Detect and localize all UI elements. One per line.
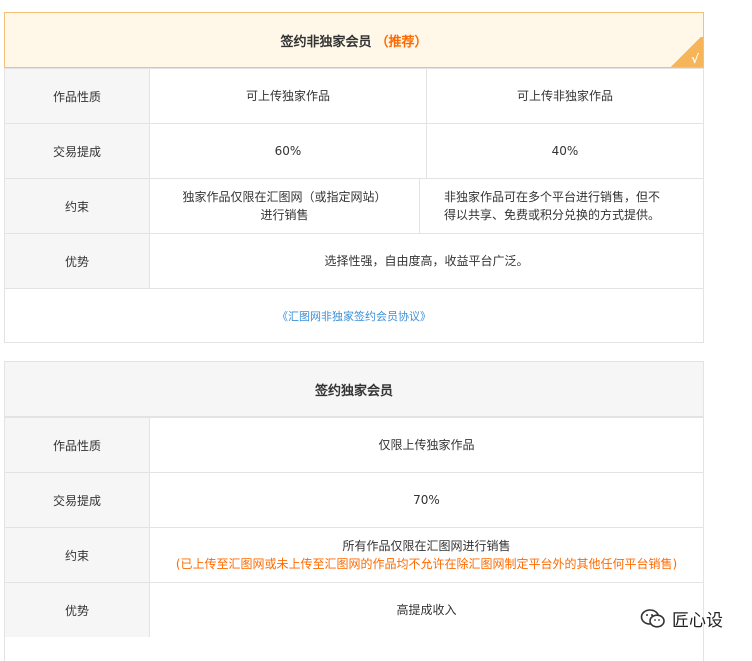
table-row: 约束 所有作品仅限在汇图网进行销售 (已上传至汇图网或未上传至汇图网的作品均不允…: [5, 527, 703, 582]
cell-line: 所有作品仅限在汇图网进行销售: [342, 539, 511, 553]
table-cell: 非独家作品可在多个平台进行销售，但不 得以共享、免费或积分兑换的方式提供。: [419, 179, 703, 233]
watermark: 匠心设: [640, 606, 723, 631]
row-label: 优势: [5, 583, 150, 637]
table-cell: 所有作品仅限在汇图网进行销售 (已上传至汇图网或未上传至汇图网的作品均不允许在除…: [150, 528, 703, 582]
table-row: 作品性质 可上传独家作品 可上传非独家作品: [5, 68, 703, 123]
table-row: 交易提成 70%: [5, 472, 703, 527]
watermark-text: 匠心设: [672, 611, 723, 631]
agreement-link[interactable]: 《汇图网非独家签约会员协议》: [277, 308, 431, 324]
table-cell: 选择性强，自由度高，收益平台广泛。: [324, 254, 529, 268]
table-row: 交易提成 60% 40%: [5, 123, 703, 178]
row-label: 交易提成: [5, 473, 150, 527]
table-cell: 40%: [426, 124, 703, 178]
card-title: 签约独家会员: [314, 383, 393, 399]
table-cell: 独家作品仅限在汇图网（或指定网站） 进行销售: [150, 179, 419, 233]
row-label: 约束: [5, 179, 150, 233]
table-row: 约束 独家作品仅限在汇图网（或指定网站） 进行销售 非独家作品可在多个平台进行销…: [5, 178, 703, 233]
card-header-exclusive[interactable]: 签约独家会员: [5, 362, 703, 417]
card-title: 签约非独家会员: [280, 34, 372, 50]
cell-line: 得以共享、免费或积分兑换的方式提供。: [444, 208, 661, 222]
table-cell: 可上传非独家作品: [426, 69, 703, 123]
table-cell: 仅限上传独家作品: [378, 438, 475, 452]
table-cell: 70%: [413, 493, 440, 507]
recommended-badge: （推荐）: [375, 34, 428, 50]
exclusive-member-card: 签约独家会员 作品性质 仅限上传独家作品 交易提成 70% 约束 所有作品仅限在…: [4, 361, 704, 661]
table-row: 作品性质 仅限上传独家作品: [5, 417, 703, 472]
row-label: 作品性质: [5, 69, 150, 123]
non-exclusive-member-card: 签约非独家会员 （推荐） √ 作品性质 可上传独家作品 可上传非独家作品 交易提…: [4, 12, 704, 343]
table-cell: 60%: [274, 144, 302, 158]
warning-note: (已上传至汇图网或未上传至汇图网的作品均不允许在除汇图网制定平台外的其他任何平台…: [175, 557, 678, 571]
row-label: 约束: [5, 528, 150, 582]
cell-line: 进行销售: [260, 208, 309, 222]
selected-corner: √: [669, 37, 703, 67]
wechat-icon: [640, 608, 665, 628]
cell-line: 独家作品仅限在汇图网（或指定网站）: [182, 190, 387, 204]
row-label: 作品性质: [5, 418, 150, 472]
table-row: 优势 高提成收入: [5, 582, 703, 637]
row-label: 优势: [5, 234, 150, 288]
table-cell: 可上传独家作品: [245, 89, 330, 103]
table-cell: 高提成收入: [396, 603, 457, 617]
agreement-row: 《汇图网非独家签约会员协议》: [5, 288, 703, 343]
table-row: 优势 选择性强，自由度高，收益平台广泛。: [5, 233, 703, 288]
card-header-non-exclusive[interactable]: 签约非独家会员 （推荐） √: [4, 12, 704, 68]
row-label: 交易提成: [5, 124, 150, 178]
check-icon: √: [690, 52, 699, 66]
cell-line: 非独家作品可在多个平台进行销售，但不: [444, 190, 661, 204]
